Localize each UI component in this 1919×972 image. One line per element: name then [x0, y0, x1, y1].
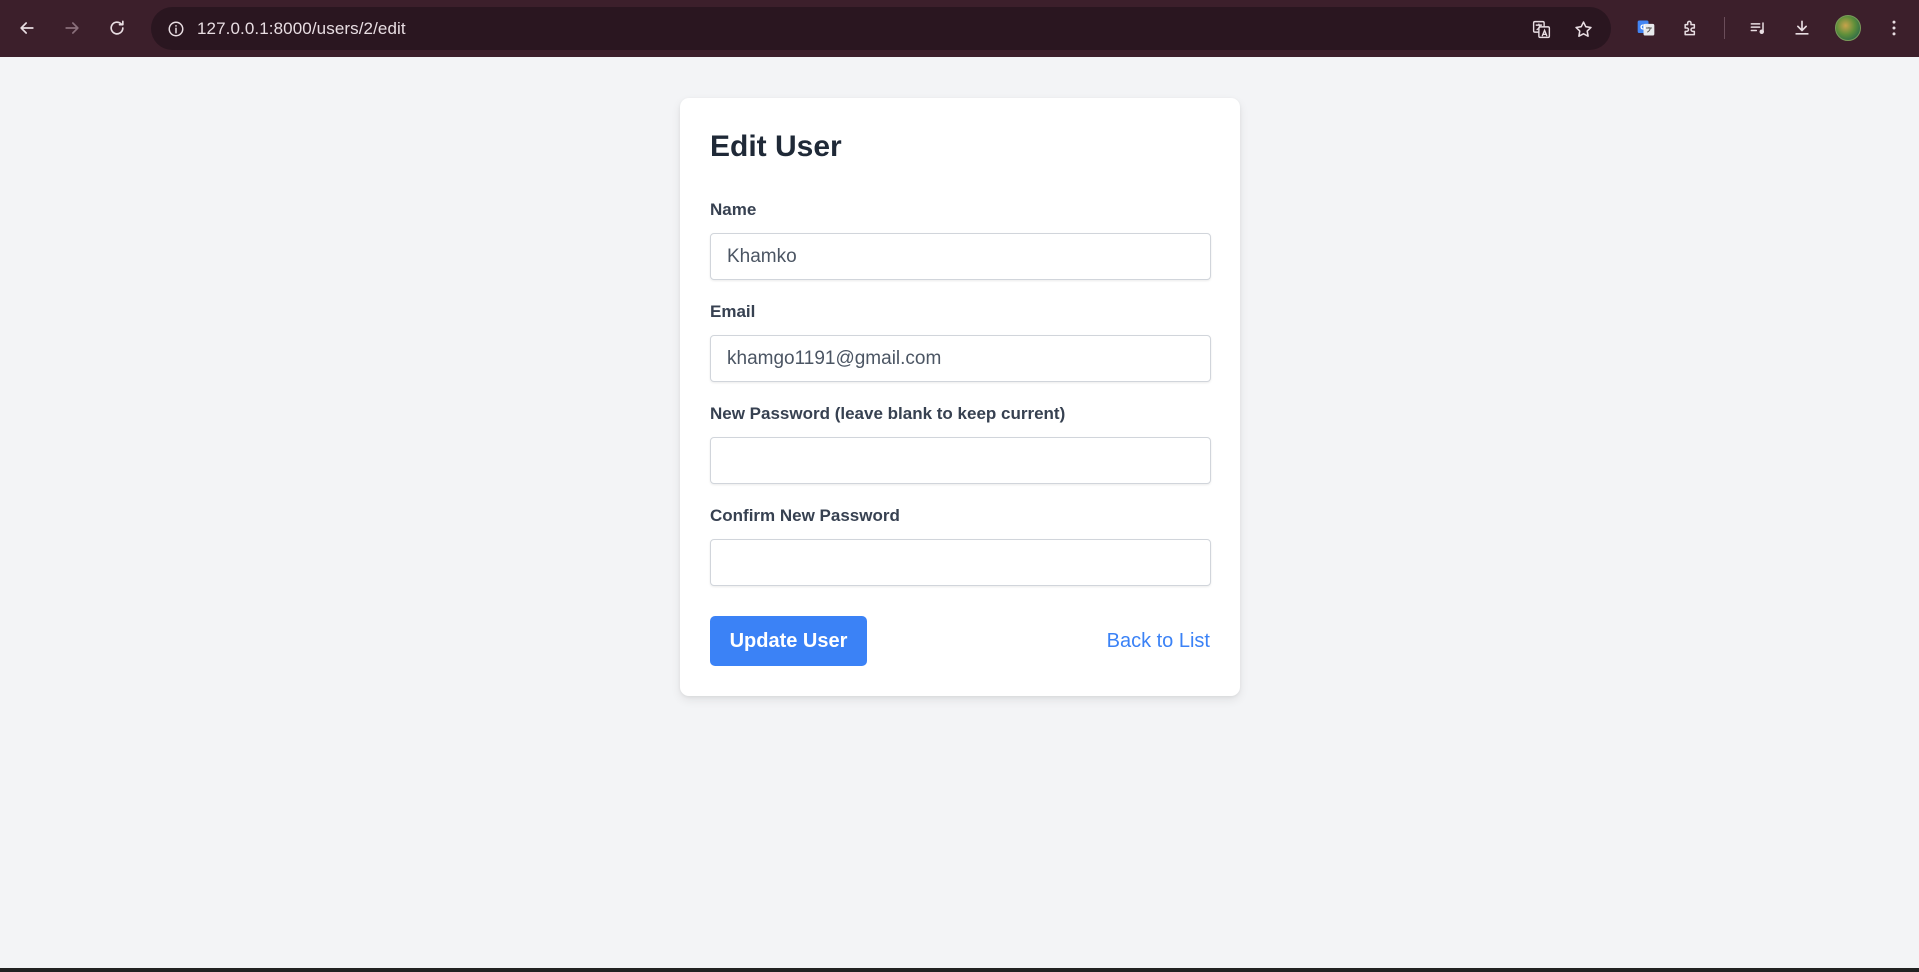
back-button[interactable]	[9, 10, 45, 46]
download-icon	[1795, 20, 1809, 35]
forward-button[interactable]	[54, 10, 90, 46]
playlist-icon	[1750, 22, 1764, 34]
arrow-right-icon	[65, 22, 79, 34]
arrow-left-icon	[20, 22, 34, 34]
star-icon	[1574, 20, 1592, 37]
name-label: Name	[710, 200, 757, 219]
update-user-button[interactable]: Update User	[710, 616, 867, 666]
new-password-label: New Password (leave blank to keep curren…	[710, 404, 1066, 423]
window-bottom-edge	[0, 968, 1919, 972]
page-title: Edit User	[710, 130, 842, 163]
site-info-button[interactable]	[161, 14, 190, 43]
translate-icon	[1532, 20, 1550, 38]
reload-icon	[110, 20, 124, 35]
browser-toolbar: 127.0.0.1:8000/users/2/edit G	[0, 0, 1919, 57]
edit-user-card: Edit User Name Email New Password (leave…	[680, 98, 1240, 696]
google-translate-extension[interactable]: G	[1628, 10, 1664, 46]
confirm-password-input[interactable]	[710, 539, 1211, 586]
profile-avatar[interactable]	[1835, 15, 1861, 41]
extensions-button[interactable]	[1673, 10, 1709, 46]
back-to-list-link[interactable]: Back to List	[1107, 630, 1210, 653]
info-icon	[168, 21, 183, 36]
name-input[interactable]	[710, 233, 1211, 280]
new-password-input[interactable]	[710, 437, 1211, 484]
puzzle-icon	[1684, 20, 1696, 36]
bookmark-button[interactable]	[1569, 15, 1597, 43]
kebab-menu-icon	[1892, 20, 1896, 36]
downloads-button[interactable]	[1784, 10, 1820, 46]
reload-button[interactable]	[99, 10, 135, 46]
svg-text:G: G	[1640, 24, 1645, 32]
email-input[interactable]	[710, 335, 1211, 382]
google-translate-icon: G	[1637, 20, 1655, 36]
confirm-password-label: Confirm New Password	[710, 506, 900, 525]
address-bar[interactable]: 127.0.0.1:8000/users/2/edit	[151, 7, 1611, 50]
translate-button[interactable]	[1527, 15, 1555, 43]
reading-list-button[interactable]	[1740, 10, 1776, 46]
email-label: Email	[710, 302, 756, 321]
toolbar-divider	[1724, 17, 1725, 39]
url-text[interactable]: 127.0.0.1:8000/users/2/edit	[197, 19, 406, 39]
browser-menu-button[interactable]	[1876, 10, 1912, 46]
